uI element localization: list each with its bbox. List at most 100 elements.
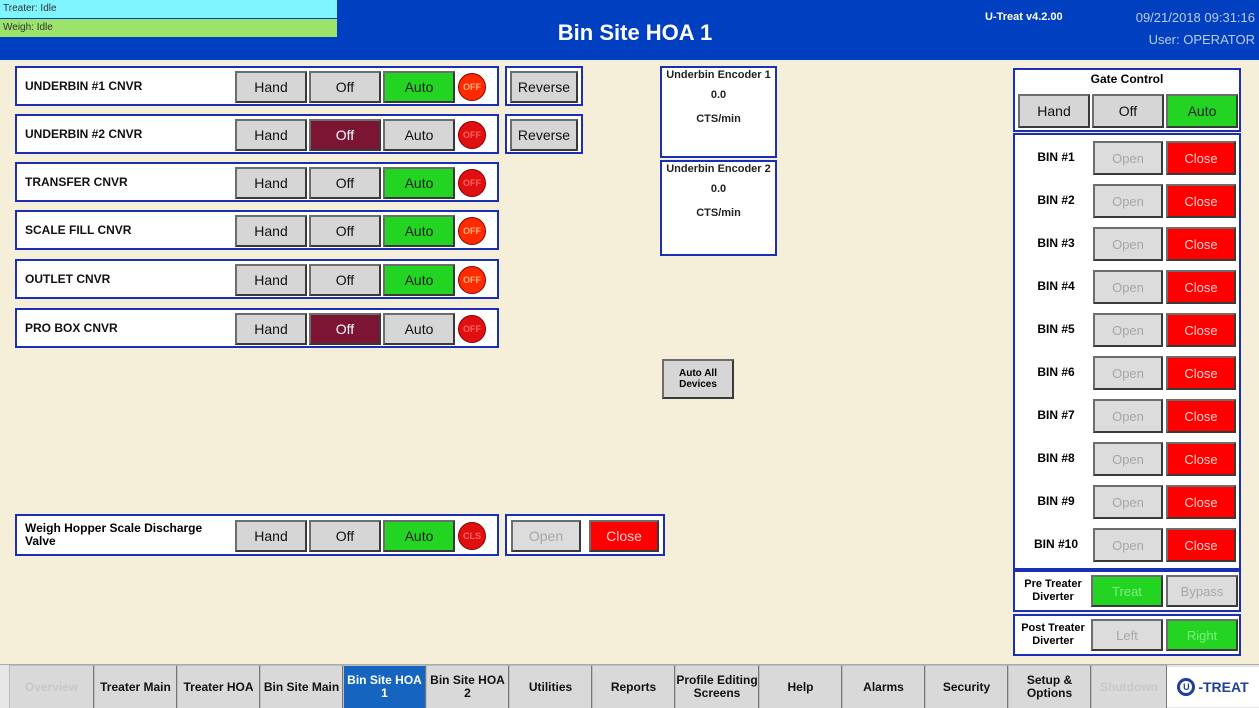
- close-button[interactable]: Close: [1166, 184, 1236, 218]
- off-button[interactable]: Off: [309, 119, 381, 151]
- tab-profile-editing[interactable]: Profile Editing Screens: [675, 665, 759, 708]
- bottom-nav: Overview Treater Main Treater HOA Bin Si…: [0, 664, 1259, 708]
- bin-row: BIN #4 Open Close: [1015, 266, 1239, 306]
- tab-alarms[interactable]: Alarms: [842, 665, 925, 708]
- open-button[interactable]: Open: [1093, 270, 1163, 304]
- conveyor-label: UNDERBIN #2 CNVR: [25, 126, 143, 141]
- auto-button[interactable]: Auto: [383, 264, 455, 296]
- bin-row: BIN #8 Open Close: [1015, 438, 1239, 478]
- hand-button[interactable]: Hand: [235, 71, 307, 103]
- auto-button[interactable]: Auto: [383, 520, 455, 552]
- tab-bin-site-hoa-1[interactable]: Bin Site HOA 1: [343, 665, 426, 708]
- auto-button[interactable]: Auto: [383, 313, 455, 345]
- tab-utilities[interactable]: Utilities: [509, 665, 592, 708]
- hand-button[interactable]: Hand: [235, 313, 307, 345]
- auto-button[interactable]: Auto: [383, 71, 455, 103]
- reverse-button[interactable]: Reverse: [510, 119, 578, 151]
- off-button[interactable]: Off: [309, 71, 381, 103]
- bin-row: BIN #7 Open Close: [1015, 395, 1239, 435]
- treat-button[interactable]: Treat: [1091, 575, 1163, 607]
- version-label: U-Treat v4.2.00: [985, 11, 1063, 23]
- bin-label: BIN #10: [1033, 537, 1079, 551]
- conveyor-row: PRO BOX CNVR Hand Off Auto OFF: [15, 308, 499, 348]
- open-button[interactable]: Open: [1093, 485, 1163, 519]
- tab-reports[interactable]: Reports: [592, 665, 675, 708]
- auto-all-devices-button[interactable]: Auto All Devices: [662, 359, 734, 399]
- encoder-value: 0.0: [710, 89, 727, 101]
- weigh-hopper-label: Weigh Hopper Scale Discharge Valve: [25, 521, 203, 548]
- encoder-panel: Underbin Encoder 1 0.0 CTS/min: [660, 66, 777, 158]
- close-button[interactable]: Close: [1166, 313, 1236, 347]
- open-button[interactable]: Open: [1093, 184, 1163, 218]
- close-button[interactable]: Close: [1166, 356, 1236, 390]
- bin-label: BIN #3: [1037, 236, 1075, 250]
- right-button[interactable]: Right: [1166, 619, 1238, 651]
- tab-bin-site-main[interactable]: Bin Site Main: [260, 665, 343, 708]
- tab-setup-options[interactable]: Setup & Options: [1008, 665, 1091, 708]
- close-button[interactable]: Close: [1166, 141, 1236, 175]
- close-button[interactable]: Close: [1166, 399, 1236, 433]
- hand-button[interactable]: Hand: [235, 215, 307, 247]
- status-lamp: OFF: [458, 169, 486, 197]
- left-button[interactable]: Left: [1091, 619, 1163, 651]
- auto-button[interactable]: Auto: [383, 119, 455, 151]
- off-button[interactable]: Off: [309, 167, 381, 199]
- tab-help[interactable]: Help: [759, 665, 842, 708]
- close-button[interactable]: Close: [1166, 485, 1236, 519]
- bypass-button[interactable]: Bypass: [1166, 575, 1238, 607]
- hand-button[interactable]: Hand: [1018, 94, 1090, 128]
- tab-security[interactable]: Security: [925, 665, 1008, 708]
- hand-button[interactable]: Hand: [235, 264, 307, 296]
- conveyor-row: TRANSFER CNVR Hand Off Auto OFF: [15, 162, 499, 202]
- reverse-button[interactable]: Reverse: [510, 71, 578, 103]
- tab-overview[interactable]: Overview: [9, 665, 94, 708]
- hand-button[interactable]: Hand: [235, 119, 307, 151]
- open-button[interactable]: Open: [1093, 528, 1163, 562]
- auto-button[interactable]: Auto: [1166, 94, 1238, 128]
- open-button[interactable]: Open: [1093, 141, 1163, 175]
- status-lamp: OFF: [458, 121, 486, 149]
- off-button[interactable]: Off: [309, 264, 381, 296]
- u-treat-logo-icon: U: [1177, 678, 1196, 696]
- tab-bin-site-hoa-2[interactable]: Bin Site HOA 2: [426, 665, 509, 708]
- encoder-panel: Underbin Encoder 2 0.0 CTS/min: [660, 160, 777, 256]
- gate-control-panel: Gate Control Hand Off Auto: [1013, 68, 1241, 132]
- auto-button[interactable]: Auto: [383, 215, 455, 247]
- hand-button[interactable]: Hand: [235, 520, 307, 552]
- status-lamp: OFF: [458, 217, 486, 245]
- tab-treater-hoa[interactable]: Treater HOA: [177, 665, 260, 708]
- hand-button[interactable]: Hand: [235, 167, 307, 199]
- auto-button[interactable]: Auto: [383, 167, 455, 199]
- conveyor-label: PRO BOX CNVR: [25, 320, 118, 335]
- conveyor-label: SCALE FILL CNVR: [25, 222, 132, 237]
- open-button[interactable]: Open: [511, 520, 581, 552]
- title-bar: Treater: Idle Weigh: Idle Bin Site HOA 1…: [0, 0, 1259, 60]
- open-button[interactable]: Open: [1093, 227, 1163, 261]
- close-button[interactable]: Close: [1166, 528, 1236, 562]
- bin-row: BIN #10 Open Close: [1015, 524, 1239, 564]
- encoder-title: Underbin Encoder 2: [666, 163, 771, 175]
- close-button[interactable]: Close: [1166, 270, 1236, 304]
- tab-treater-main[interactable]: Treater Main: [94, 665, 177, 708]
- tab-shutdown[interactable]: Shutdown: [1091, 665, 1167, 708]
- close-button[interactable]: Close: [589, 520, 659, 552]
- logo-text: -TREAT: [1198, 679, 1249, 695]
- off-button[interactable]: Off: [309, 215, 381, 247]
- bin-label: BIN #5: [1037, 322, 1075, 336]
- encoder-unit: CTS/min: [696, 207, 741, 219]
- close-button[interactable]: Close: [1166, 227, 1236, 261]
- bin-label: BIN #9: [1037, 494, 1075, 508]
- off-button[interactable]: Off: [1092, 94, 1164, 128]
- off-button[interactable]: Off: [309, 520, 381, 552]
- off-button[interactable]: Off: [309, 313, 381, 345]
- encoder-title: Underbin Encoder 1: [666, 69, 771, 81]
- bin-row: BIN #5 Open Close: [1015, 309, 1239, 349]
- open-button[interactable]: Open: [1093, 399, 1163, 433]
- open-button[interactable]: Open: [1093, 313, 1163, 347]
- conveyor-row: UNDERBIN #1 CNVR Hand Off Auto OFF: [15, 66, 499, 106]
- open-button[interactable]: Open: [1093, 356, 1163, 390]
- conveyor-row: UNDERBIN #2 CNVR Hand Off Auto OFF: [15, 114, 499, 154]
- conveyor-row: OUTLET CNVR Hand Off Auto OFF: [15, 259, 499, 299]
- open-button[interactable]: Open: [1093, 442, 1163, 476]
- close-button[interactable]: Close: [1166, 442, 1236, 476]
